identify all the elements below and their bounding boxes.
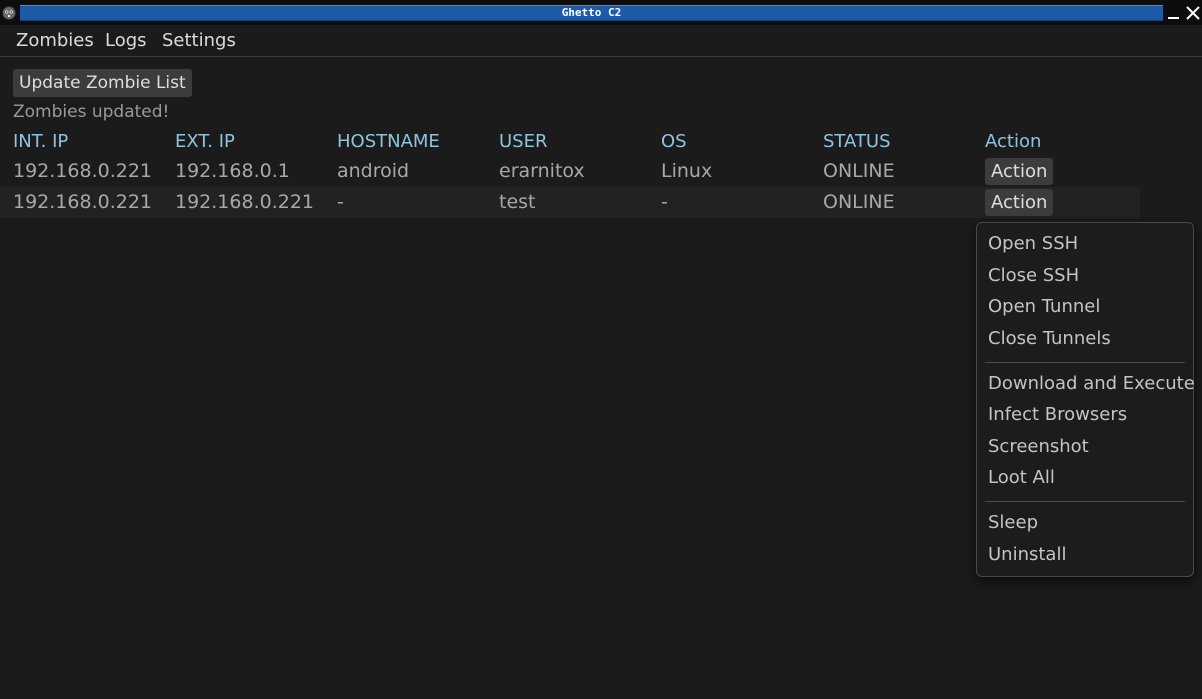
column-header-ext-ip: EXT. IP bbox=[175, 131, 235, 152]
column-header-int-ip: INT. IP bbox=[13, 131, 69, 152]
title-bar[interactable]: Ghetto C2 bbox=[0, 0, 1202, 25]
title-strip: Ghetto C2 bbox=[20, 5, 1163, 21]
window-title: Ghetto C2 bbox=[561, 6, 622, 19]
cell-status: ONLINE bbox=[823, 191, 895, 213]
gopher-icon bbox=[1, 5, 17, 21]
menu-zombies[interactable]: Zombies bbox=[16, 30, 94, 52]
cell-os: Linux bbox=[661, 160, 713, 182]
menu-item-close-tunnels[interactable]: Close Tunnels bbox=[988, 327, 1111, 351]
table-header-row: INT. IP EXT. IP HOSTNAME USER OS STATUS … bbox=[0, 128, 1140, 156]
action-context-menu: Open SSH Close SSH Open Tunnel Close Tun… bbox=[976, 222, 1195, 577]
cell-hostname: - bbox=[337, 191, 344, 213]
app-window: Ghetto C2 Zombies Logs Settings Update Z… bbox=[0, 0, 1202, 699]
menu-item-sleep[interactable]: Sleep bbox=[988, 511, 1038, 535]
menu-item-close-ssh[interactable]: Close SSH bbox=[988, 264, 1079, 288]
cell-int-ip: 192.168.0.221 bbox=[13, 191, 153, 213]
menu-item-screenshot[interactable]: Screenshot bbox=[988, 435, 1089, 459]
menu-settings[interactable]: Settings bbox=[162, 30, 236, 52]
menu-item-uninstall[interactable]: Uninstall bbox=[988, 543, 1066, 567]
cell-user: erarnitox bbox=[499, 160, 585, 182]
cell-hostname: android bbox=[337, 160, 410, 182]
cell-os: - bbox=[661, 191, 668, 213]
menu-bar: Zombies Logs Settings bbox=[0, 26, 1202, 57]
cell-ext-ip: 192.168.0.1 bbox=[175, 160, 290, 182]
column-header-user: USER bbox=[499, 131, 548, 152]
menu-logs[interactable]: Logs bbox=[105, 30, 147, 52]
cell-user: test bbox=[499, 191, 536, 213]
close-icon[interactable] bbox=[1185, 5, 1201, 21]
cell-status: ONLINE bbox=[823, 160, 895, 182]
action-button[interactable]: Action bbox=[985, 158, 1054, 185]
zombie-table: INT. IP EXT. IP HOSTNAME USER OS STATUS … bbox=[0, 128, 1140, 218]
column-header-action: Action bbox=[985, 131, 1042, 152]
column-header-status: STATUS bbox=[823, 131, 891, 152]
table-row: 192.168.0.221 192.168.0.221 - test - ONL… bbox=[0, 187, 1140, 218]
cell-int-ip: 192.168.0.221 bbox=[13, 160, 153, 182]
status-message: Zombies updated! bbox=[13, 102, 170, 122]
column-header-os: OS bbox=[661, 131, 687, 152]
menu-separator bbox=[985, 501, 1185, 502]
minimize-icon[interactable] bbox=[1166, 5, 1182, 21]
menu-separator bbox=[985, 362, 1185, 363]
table-row: 192.168.0.221 192.168.0.1 android erarni… bbox=[0, 156, 1140, 187]
action-button[interactable]: Action bbox=[985, 189, 1054, 216]
cell-ext-ip: 192.168.0.221 bbox=[175, 191, 315, 213]
menu-item-loot-all[interactable]: Loot All bbox=[988, 466, 1055, 490]
menu-item-open-tunnel[interactable]: Open Tunnel bbox=[988, 295, 1100, 319]
menu-item-download-and-execute[interactable]: Download and Execute bbox=[988, 372, 1195, 396]
column-header-hostname: HOSTNAME bbox=[337, 131, 440, 152]
update-zombie-list-button[interactable]: Update Zombie List bbox=[13, 69, 192, 97]
menu-item-open-ssh[interactable]: Open SSH bbox=[988, 232, 1078, 256]
menu-item-infect-browsers[interactable]: Infect Browsers bbox=[988, 403, 1127, 427]
